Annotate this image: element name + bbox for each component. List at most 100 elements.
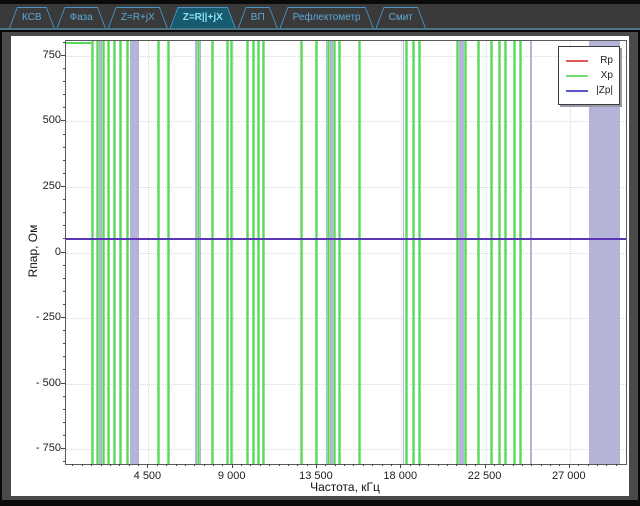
x-minor-tick xyxy=(475,464,476,466)
y-major-tick xyxy=(61,252,65,253)
y-minor-tick xyxy=(63,173,65,174)
x-minor-tick xyxy=(288,464,289,466)
tab-Z=R+jX[interactable]: Z=R+jX xyxy=(108,7,168,28)
x-minor-tick xyxy=(466,464,467,466)
x-minor-tick xyxy=(166,464,167,466)
x-minor-tick xyxy=(550,464,551,466)
xp-asymptote-line xyxy=(211,41,214,464)
xp-asymptote-line xyxy=(504,41,507,464)
x-major-tick xyxy=(232,464,233,468)
x-minor-tick xyxy=(119,464,120,466)
y-minor-tick xyxy=(63,265,65,266)
xp-asymptote-line xyxy=(157,41,160,464)
tab-label: ВП xyxy=(251,12,265,23)
xp-asymptote-line xyxy=(226,41,229,464)
x-tick-label: 22 500 xyxy=(457,470,513,482)
x-minor-tick xyxy=(157,464,158,466)
tab-КСВ[interactable]: КСВ xyxy=(9,7,55,28)
xp-asymptote-line xyxy=(338,41,341,464)
y-major-tick xyxy=(61,120,65,121)
xp-asymptote-line xyxy=(246,41,249,464)
y-minor-tick xyxy=(63,369,65,370)
x-minor-tick xyxy=(363,464,364,466)
y-minor-tick xyxy=(63,396,65,397)
y-gridline xyxy=(66,253,626,255)
tab-bar: КСВ Фаза Z=R+jX Z=R||+jX ВП Рефлект xyxy=(0,4,640,30)
x-minor-tick xyxy=(391,464,392,466)
ham-band-highlight xyxy=(130,41,139,464)
y-minor-tick xyxy=(63,225,65,226)
y-minor-tick xyxy=(63,147,65,148)
y-minor-tick xyxy=(63,356,65,357)
tab-ВП[interactable]: ВП xyxy=(238,7,278,28)
x-major-tick xyxy=(485,464,486,468)
y-tick-label: - 500 xyxy=(15,377,61,389)
legend-row-Rp: Rp xyxy=(566,53,613,68)
y-minor-tick xyxy=(63,94,65,95)
y-minor-tick xyxy=(63,238,65,239)
x-minor-tick xyxy=(138,464,139,466)
y-minor-tick xyxy=(63,160,65,161)
x-minor-tick xyxy=(588,464,589,466)
y-minor-tick xyxy=(63,107,65,108)
tab-Z=R||+jX[interactable]: Z=R||+jX xyxy=(170,7,236,28)
xp-asymptote-line xyxy=(412,41,415,464)
tab-label: Z=R||+jX xyxy=(183,12,223,23)
y-gridline xyxy=(66,318,626,320)
y-minor-tick xyxy=(63,42,65,43)
plot-area[interactable] xyxy=(65,40,627,465)
tab-label: Z=R+jX xyxy=(121,12,155,23)
xp-asymptote-line xyxy=(490,41,493,464)
xp-asymptote-line xyxy=(197,41,200,464)
y-tick-label: 500 xyxy=(15,114,61,126)
x-minor-tick xyxy=(531,464,532,466)
x-minor-tick xyxy=(428,464,429,466)
x-minor-tick xyxy=(82,464,83,466)
x-tick-label: 27 000 xyxy=(541,470,597,482)
xp-asymptote-line xyxy=(519,41,522,464)
ham-band-highlight xyxy=(530,41,532,464)
x-minor-tick xyxy=(494,464,495,466)
legend-line-sample xyxy=(566,60,588,62)
xp-asymptote-line xyxy=(262,41,265,464)
x-minor-tick xyxy=(129,464,130,466)
x-minor-tick xyxy=(353,464,354,466)
x-minor-tick xyxy=(241,464,242,466)
y-major-tick xyxy=(61,448,65,449)
x-minor-tick xyxy=(578,464,579,466)
tab-Смит[interactable]: Смит xyxy=(376,7,426,28)
tab-Фаза[interactable]: Фаза xyxy=(57,7,106,28)
xp-asymptote-line xyxy=(102,41,105,464)
x-minor-tick xyxy=(176,464,177,466)
xp-asymptote-line xyxy=(405,41,408,464)
y-minor-tick xyxy=(63,461,65,462)
x-minor-tick xyxy=(279,464,280,466)
xp-asymptote-line xyxy=(113,41,116,464)
tab-Рефлектометр[interactable]: Рефлектометр xyxy=(280,7,374,28)
x-minor-tick xyxy=(185,464,186,466)
tab-label: КСВ xyxy=(22,12,42,23)
y-gridline xyxy=(66,384,626,386)
xp-asymptote-line xyxy=(257,41,260,464)
y-minor-tick xyxy=(63,422,65,423)
y-major-tick xyxy=(61,186,65,187)
x-minor-tick xyxy=(307,464,308,466)
zp-line xyxy=(66,238,626,240)
legend-line-sample xyxy=(566,75,588,77)
x-minor-tick xyxy=(250,464,251,466)
x-major-tick xyxy=(147,464,148,468)
xp-asymptote-line xyxy=(333,41,336,464)
y-major-tick xyxy=(61,55,65,56)
y-minor-tick xyxy=(63,304,65,305)
x-minor-tick xyxy=(213,464,214,466)
x-minor-tick xyxy=(110,464,111,466)
x-minor-tick xyxy=(344,464,345,466)
legend: Rp Xp |Zp| xyxy=(558,46,620,105)
y-minor-tick xyxy=(63,330,65,331)
xp-asymptote-line xyxy=(300,41,303,464)
x-major-tick xyxy=(569,464,570,468)
y-minor-tick xyxy=(63,134,65,135)
x-tick-label: 4 500 xyxy=(119,470,175,482)
y-minor-tick xyxy=(63,278,65,279)
y-minor-tick xyxy=(63,343,65,344)
